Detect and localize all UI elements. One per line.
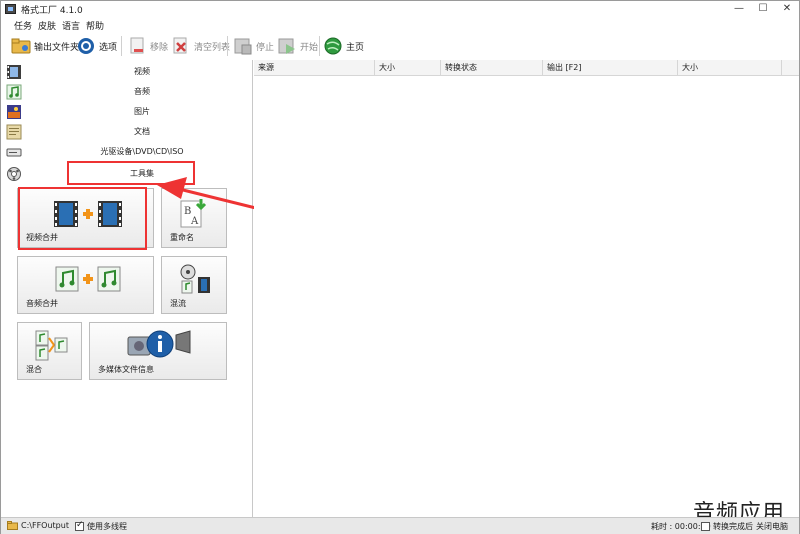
category-document[interactable]: 文档 (1, 122, 253, 142)
remove-icon (127, 36, 147, 56)
toolbar-separator (121, 36, 122, 56)
remove-button[interactable]: 移除 (127, 35, 168, 57)
options-label: 选项 (99, 42, 118, 53)
category-label: 光驱设备\DVD\CD\ISO (100, 147, 184, 156)
column-status[interactable]: 转换状态 (441, 60, 543, 76)
picture-icon (6, 104, 22, 120)
function-panel: 视频 音频 图片 文档 光驱设备\DVD\CD\ISO 工具集 视频合并 B A… (1, 60, 253, 517)
tool-mix[interactable]: 混合 (17, 322, 82, 380)
tile-label: 混合 (26, 365, 42, 374)
tile-label: 混流 (170, 299, 186, 308)
mux-icon (178, 263, 212, 295)
close-button[interactable]: ✕ (775, 1, 799, 17)
video-merge-icon (52, 199, 124, 229)
after-convert-checkbox[interactable] (701, 522, 710, 531)
clear-list-label: 清空列表 (194, 42, 231, 53)
category-label: 图片 (134, 107, 150, 116)
title-bar: 格式工厂 4.1.0 — ☐ ✕ (1, 1, 799, 17)
tile-label: 音频合并 (26, 299, 58, 308)
menu-bar: 任务 皮肤 语言 帮助 (1, 17, 799, 32)
options-button[interactable]: 选项 (76, 35, 117, 57)
folder-icon (7, 521, 18, 530)
stop-icon (233, 36, 253, 56)
category-label: 文档 (134, 127, 150, 136)
tool-audio-merge[interactable]: 音频合并 (17, 256, 154, 314)
clear-list-button[interactable]: 清空列表 (171, 35, 230, 57)
output-path[interactable]: C:\FFOutput (7, 521, 69, 530)
category-picture[interactable]: 图片 (1, 102, 253, 122)
options-gear-icon (76, 36, 96, 56)
tool-media-info[interactable]: 多媒体文件信息 (89, 322, 227, 380)
tile-label: 多媒体文件信息 (98, 365, 154, 374)
minimize-button[interactable]: — (727, 1, 751, 17)
start-button[interactable]: 开始 (277, 35, 318, 57)
output-folder-label: 输出文件夹 (34, 42, 80, 53)
mix-icon (34, 329, 68, 361)
stop-button[interactable]: 停止 (233, 35, 274, 57)
category-disc[interactable]: 光驱设备\DVD\CD\ISO (1, 142, 253, 162)
menu-task[interactable]: 任务 (14, 19, 32, 32)
column-source[interactable]: 来源 (254, 60, 375, 76)
after-convert-option[interactable]: 转换完成后 关闭电脑 (701, 521, 788, 532)
home-button[interactable]: 主页 (323, 35, 364, 57)
film-icon (6, 64, 22, 80)
start-label: 开始 (300, 42, 319, 53)
column-size[interactable]: 大小 (375, 60, 441, 76)
list-header: 来源 大小 转换状态 输出 [F2] 大小 (254, 60, 799, 76)
tool-video-merge[interactable]: 视频合并 (17, 188, 154, 248)
globe-home-icon (323, 36, 343, 56)
after-convert-action[interactable]: 关闭电脑 (756, 521, 788, 532)
media-info-icon (126, 327, 194, 361)
menu-help[interactable]: 帮助 (86, 19, 104, 32)
category-label: 视频 (134, 67, 150, 76)
task-list[interactable]: 来源 大小 转换状态 输出 [F2] 大小 (254, 60, 799, 517)
multithread-label: 使用多线程 (87, 522, 127, 531)
column-output-size[interactable]: 大小 (678, 60, 782, 76)
document-icon (6, 124, 22, 140)
remove-label: 移除 (150, 42, 169, 53)
after-convert-label: 转换完成后 (713, 522, 753, 531)
toolbar: 输出文件夹 选项 移除 清空列表 停止 开始 主页 (1, 32, 799, 60)
multithread-option[interactable]: 使用多线程 (75, 520, 127, 532)
music-note-icon (6, 84, 22, 100)
status-bar: C:\FFOutput 使用多线程 耗时 : 00:00:00 转换完成后 关闭… (1, 517, 799, 534)
disc-drive-icon (6, 144, 22, 160)
toolbox-icon (6, 166, 22, 182)
category-label: 音频 (134, 87, 150, 96)
category-audio[interactable]: 音频 (1, 82, 253, 102)
start-icon (277, 36, 297, 56)
clear-list-icon (171, 36, 191, 56)
column-output[interactable]: 输出 [F2] (543, 60, 678, 76)
app-window: 格式工厂 4.1.0 — ☐ ✕ 任务 皮肤 语言 帮助 输出文件夹 选项 移除… (0, 0, 800, 534)
toolbar-separator (227, 36, 228, 56)
menu-language[interactable]: 语言 (62, 19, 80, 32)
window-title: 格式工厂 4.1.0 (21, 6, 83, 16)
home-label: 主页 (346, 42, 365, 53)
tool-mux[interactable]: 混流 (161, 256, 227, 314)
category-video[interactable]: 视频 (1, 62, 253, 82)
tile-label: 视频合并 (26, 233, 58, 242)
stop-label: 停止 (256, 42, 275, 53)
toolbar-separator (319, 36, 320, 56)
output-folder-button[interactable]: 输出文件夹 (11, 35, 79, 57)
audio-merge-icon (54, 265, 122, 293)
multithread-checkbox[interactable] (75, 520, 84, 531)
maximize-button[interactable]: ☐ (751, 1, 775, 17)
output-path-text: C:\FFOutput (21, 521, 69, 530)
folder-icon (11, 36, 31, 56)
app-icon (5, 4, 16, 14)
menu-skin[interactable]: 皮肤 (38, 19, 56, 32)
